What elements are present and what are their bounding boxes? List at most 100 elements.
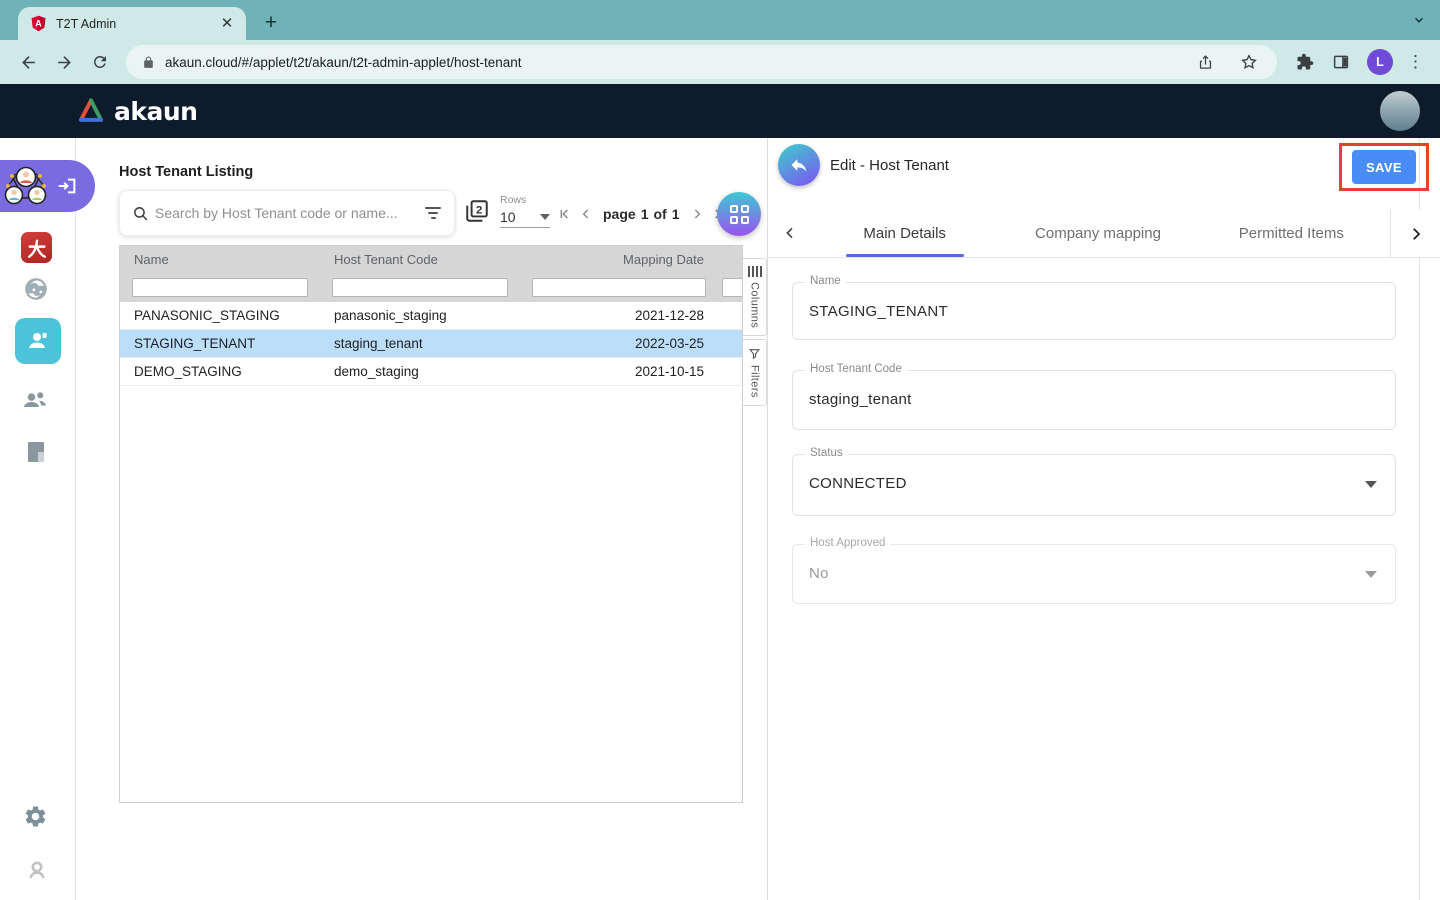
table-row[interactable]: PANASONIC_STAGING panasonic_staging 2021… bbox=[120, 302, 742, 330]
sidebar-item-host-tenant-active[interactable] bbox=[15, 318, 61, 364]
extensions-puzzle-icon[interactable] bbox=[1291, 48, 1319, 76]
person-outline-icon bbox=[25, 858, 49, 882]
grid-icon bbox=[730, 205, 749, 224]
col-header-code[interactable]: Host Tenant Code bbox=[320, 246, 520, 272]
tab-title: T2T Admin bbox=[56, 17, 218, 31]
url-text: akaun.cloud/#/applet/t2t/akaun/t2t-admin… bbox=[165, 55, 1173, 70]
columns-icon bbox=[748, 266, 762, 277]
name-field-label: Name bbox=[805, 275, 846, 287]
rows-value: 10 bbox=[500, 209, 516, 225]
sidebar-item-profile-app[interactable] bbox=[23, 276, 49, 302]
svg-text:A: A bbox=[35, 19, 42, 29]
tab-main-details[interactable]: Main Details bbox=[808, 210, 1001, 257]
rows-label: Rows bbox=[500, 194, 550, 206]
host-tenant-code-label: Host Tenant Code bbox=[805, 363, 907, 375]
back-arrow-icon bbox=[789, 155, 809, 175]
search-box[interactable] bbox=[119, 190, 455, 236]
cjk-character-icon bbox=[26, 237, 48, 259]
host-approved-select: Host Approved No bbox=[792, 544, 1396, 604]
editor-title: Edit - Host Tenant bbox=[830, 157, 949, 174]
tab-company-mapping[interactable]: Company mapping bbox=[1001, 210, 1194, 257]
active-tab-underline bbox=[846, 254, 964, 257]
user-avatar[interactable] bbox=[1380, 91, 1420, 131]
filter-list-icon[interactable] bbox=[424, 207, 442, 219]
filter-input-date[interactable] bbox=[532, 278, 706, 297]
name-field[interactable]: Name STAGING_TENANT bbox=[792, 282, 1396, 340]
sidebar-settings[interactable] bbox=[23, 804, 48, 829]
page-size-frames-icon[interactable]: 2 bbox=[464, 198, 490, 229]
host-tenant-code-value: staging_tenant bbox=[793, 371, 1395, 408]
cell-code: demo_staging bbox=[320, 364, 520, 379]
rows-per-page[interactable]: Rows 10 bbox=[500, 194, 550, 228]
first-page-icon[interactable] bbox=[556, 206, 572, 222]
col-header-name[interactable]: Name bbox=[120, 246, 320, 272]
cell-name: STAGING_TENANT bbox=[120, 336, 320, 351]
tabs-scroll-right-icon[interactable] bbox=[1390, 210, 1440, 257]
editor-tabs: Main Details Company mapping Permitted I… bbox=[768, 210, 1440, 258]
rows-caret-icon bbox=[540, 214, 550, 220]
book-icon bbox=[26, 440, 46, 464]
host-approved-value: No bbox=[793, 545, 1395, 582]
sidebar-item-red-app[interactable] bbox=[21, 232, 52, 263]
host-approved-caret-icon bbox=[1365, 571, 1377, 578]
side-panel-icon[interactable] bbox=[1327, 48, 1355, 76]
forward-icon[interactable] bbox=[50, 48, 78, 76]
browser-menu-kebab-icon[interactable]: ⋮ bbox=[1407, 52, 1424, 72]
cell-date: 2021-12-28 bbox=[520, 308, 718, 323]
cell-date: 2022-03-25 bbox=[520, 336, 718, 351]
tabs-scroll-left-icon[interactable] bbox=[782, 225, 798, 246]
host-tenant-code-field[interactable]: Host Tenant Code staging_tenant bbox=[792, 370, 1396, 430]
back-button[interactable] bbox=[778, 144, 820, 186]
name-field-value: STAGING_TENANT bbox=[793, 283, 1395, 320]
reload-icon[interactable] bbox=[86, 48, 114, 76]
logo-text: akaun bbox=[114, 97, 197, 126]
tab-close-icon[interactable]: ✕ bbox=[218, 15, 236, 33]
next-page-icon[interactable] bbox=[689, 206, 705, 222]
app-navbar: akaun bbox=[0, 84, 1440, 138]
save-button[interactable]: SAVE bbox=[1352, 150, 1416, 184]
gear-icon bbox=[23, 804, 48, 829]
akaun-triangle-icon bbox=[76, 97, 106, 125]
filter-input-name[interactable] bbox=[132, 278, 308, 297]
status-value: CONNECTED bbox=[793, 455, 1395, 492]
applet-grid-button[interactable] bbox=[717, 192, 761, 236]
filter-input-extra[interactable] bbox=[722, 278, 743, 297]
status-select[interactable]: Status CONNECTED bbox=[792, 454, 1396, 516]
col-header-date[interactable]: Mapping Date bbox=[520, 246, 718, 272]
sidebar-item-ledger[interactable] bbox=[26, 440, 46, 464]
browser-profile-avatar[interactable]: L bbox=[1367, 49, 1393, 75]
columns-side-tab[interactable]: Columns bbox=[743, 258, 767, 336]
funnel-icon bbox=[748, 347, 761, 360]
pagination: page 1 of 1 bbox=[556, 206, 727, 222]
filter-input-code[interactable] bbox=[332, 278, 508, 297]
tab-permitted-items[interactable]: Permitted Items bbox=[1195, 210, 1388, 257]
sidebar-item-users[interactable] bbox=[21, 386, 49, 414]
app-sidebar bbox=[0, 138, 76, 900]
people-icon bbox=[21, 386, 49, 414]
akaun-logo[interactable]: akaun bbox=[76, 97, 197, 126]
host-tenant-table: Name Host Tenant Code Mapping Date PANAS… bbox=[119, 245, 743, 803]
browser-tabstrip: A T2T Admin ✕ + bbox=[0, 0, 1440, 40]
back-icon[interactable] bbox=[14, 48, 42, 76]
tab-search-chevron-icon[interactable] bbox=[1412, 13, 1426, 32]
browser-tab[interactable]: A T2T Admin ✕ bbox=[18, 7, 246, 40]
sidebar-item-t2t-applet[interactable] bbox=[0, 160, 95, 212]
bookmark-star-icon[interactable] bbox=[1237, 50, 1261, 74]
enter-applet-icon bbox=[56, 175, 78, 197]
table-row-selected[interactable]: STAGING_TENANT staging_tenant 2022-03-25 bbox=[120, 330, 742, 358]
people-network-image bbox=[2, 162, 50, 210]
browser-toolbar: akaun.cloud/#/applet/t2t/akaun/t2t-admin… bbox=[0, 40, 1440, 84]
sidebar-account[interactable] bbox=[25, 858, 49, 882]
status-caret-icon bbox=[1365, 481, 1377, 488]
url-bar[interactable]: akaun.cloud/#/applet/t2t/akaun/t2t-admin… bbox=[126, 45, 1277, 79]
lock-icon bbox=[142, 55, 155, 70]
search-input[interactable] bbox=[155, 205, 424, 221]
table-row[interactable]: DEMO_STAGING demo_staging 2021-10-15 bbox=[120, 358, 742, 386]
columns-label: Columns bbox=[749, 282, 761, 328]
filters-side-tab[interactable]: Filters bbox=[743, 339, 767, 406]
prev-page-icon[interactable] bbox=[578, 206, 594, 222]
status-label: Status bbox=[805, 447, 848, 459]
new-tab-button[interactable]: + bbox=[258, 10, 284, 36]
listing-title: Host Tenant Listing bbox=[119, 164, 253, 180]
share-icon[interactable] bbox=[1193, 50, 1217, 74]
